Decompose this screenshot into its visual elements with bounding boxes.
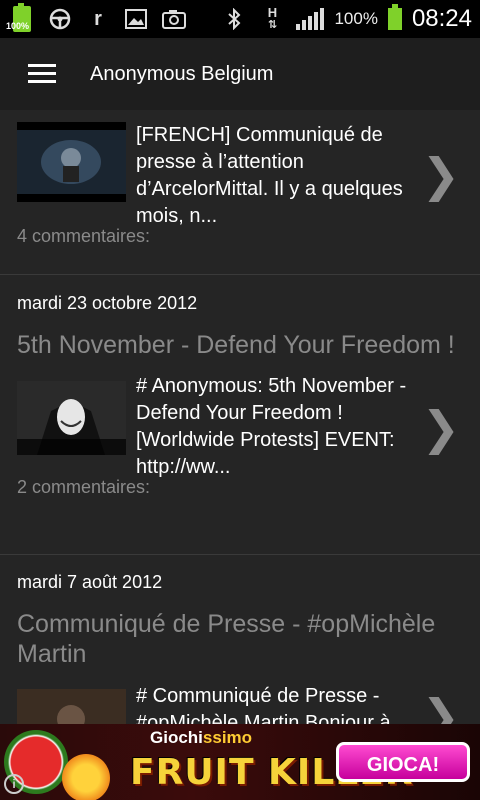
post-excerpt: [FRENCH] Communiqué de presse à l’attent… — [136, 124, 403, 227]
ad-brand-a: Giochi — [150, 728, 203, 747]
steering-wheel-icon — [46, 7, 74, 31]
ad-brand-logo: Giochissimo — [150, 728, 252, 748]
post-item[interactable]: [FRENCH] Communiqué de presse à l’attent… — [0, 110, 480, 275]
post-item[interactable]: mardi 7 août 2012 Communiqué de Presse -… — [0, 555, 480, 724]
status-bar-right: H ⇅ 100% 08:24 — [220, 4, 472, 33]
ad-info-icon[interactable]: i — [4, 774, 24, 794]
ad-brand-b: ssimo — [202, 728, 253, 747]
post-title[interactable]: 5th November - Defend Your Freedom ! — [0, 330, 480, 360]
chevron-right-icon[interactable]: ❯ — [421, 689, 460, 724]
app-bar: Anonymous Belgium — [0, 38, 480, 110]
battery-percent: 100% — [334, 9, 378, 28]
signal-icon — [296, 8, 325, 30]
post-excerpt: # Communiqué de Presse - #opMichèle Mart… — [136, 685, 391, 724]
fruit-image — [62, 754, 110, 800]
battery-icon: 100% — [6, 3, 36, 32]
post-excerpt: # Anonymous: 5th November - Defend Your … — [136, 375, 407, 478]
bluetooth-icon — [220, 7, 248, 31]
status-bar-left: 100% r — [6, 3, 188, 32]
menu-icon[interactable] — [28, 64, 56, 84]
chevron-right-icon[interactable]: ❯ — [421, 401, 460, 455]
post-title[interactable]: Communiqué de Presse - #opMichèle Martin — [0, 609, 480, 669]
app-title: Anonymous Belgium — [90, 62, 274, 85]
h-signal-icon: H ⇅ — [267, 5, 278, 31]
camera-icon — [160, 7, 188, 31]
post-date: mardi 7 août 2012 — [17, 572, 163, 592]
clock: 08:24 — [411, 5, 472, 32]
post-list[interactable]: [FRENCH] Communiqué de presse à l’attent… — [0, 110, 480, 724]
image-icon — [122, 7, 150, 31]
battery-icon — [387, 4, 402, 30]
ad-play-button[interactable]: GIOCA! — [336, 742, 470, 782]
post-date: mardi 23 octobre 2012 — [17, 293, 198, 313]
chevron-right-icon[interactable]: ❯ — [421, 148, 460, 202]
post-item[interactable]: mardi 23 octobre 2012 5th November - Def… — [0, 275, 480, 555]
battery-small-label: 100% — [6, 21, 30, 31]
r-icon: r — [94, 7, 102, 30]
post-thumbnail — [17, 381, 126, 455]
status-bar: 100% r H ⇅ 100% 08:24 — [0, 0, 480, 38]
post-thumbnail — [17, 689, 126, 724]
ad-banner[interactable]: Giochissimo FRUIT KILLER GIOCA! i — [0, 724, 480, 800]
post-thumbnail — [17, 122, 126, 202]
